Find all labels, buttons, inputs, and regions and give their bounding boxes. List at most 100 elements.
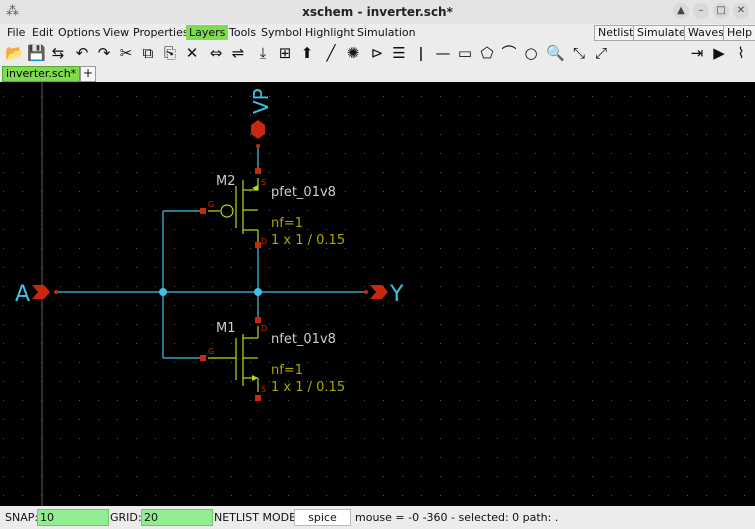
netlist-icon[interactable]: ⇥ (688, 44, 706, 62)
grid-dot (421, 476, 422, 477)
menu-view[interactable]: View (100, 25, 132, 40)
menu-highlight[interactable]: Highlight (302, 25, 358, 40)
redo-icon[interactable]: ↷ (95, 44, 113, 62)
tab-inverter-sch[interactable]: inverter.sch* (2, 66, 81, 82)
symbol-icon[interactable]: ⊳ (368, 44, 386, 62)
reload-icon[interactable]: ⇆ (49, 44, 67, 62)
move-icon[interactable]: ⇔ (207, 44, 225, 62)
grid-input[interactable]: 20 (141, 509, 213, 526)
zoom-in-icon[interactable]: ⤡ (570, 44, 588, 62)
delete-icon[interactable]: ✕ (183, 44, 201, 62)
grid-dot (497, 419, 498, 420)
waves-button[interactable]: Waves (684, 25, 728, 41)
cut-icon[interactable]: ✂ (117, 44, 135, 62)
pin-m1-d[interactable] (255, 317, 261, 323)
rectangle-icon[interactable]: ▭ (456, 44, 474, 62)
menu-options[interactable]: Options (55, 25, 103, 40)
list-icon[interactable]: ☰ (390, 44, 408, 62)
grid-dot (3, 381, 4, 382)
menu-file[interactable]: File (4, 25, 28, 40)
grid-dot (687, 476, 688, 477)
grid-dot (725, 457, 726, 458)
grid-dot (136, 457, 137, 458)
grid-dot (212, 343, 213, 344)
grid-dot (79, 476, 80, 477)
pin-icon[interactable]: ǀ (412, 44, 430, 62)
output-pin-y-shape[interactable] (370, 285, 388, 299)
grid-dot (421, 134, 422, 135)
menu-edit[interactable]: Edit (29, 25, 56, 40)
paste-icon[interactable]: ⎘ (161, 44, 179, 62)
grid-dot (706, 305, 707, 306)
grid-dot (3, 438, 4, 439)
pin-m2-s[interactable] (255, 168, 261, 174)
grid-dot (60, 248, 61, 249)
grid-dot (79, 115, 80, 116)
copy-icon[interactable]: ⧉ (139, 44, 157, 62)
zoom-icon[interactable]: 🔍 (546, 44, 565, 62)
grid-dot (288, 476, 289, 477)
grid-dot (478, 210, 479, 211)
undo-icon[interactable]: ↶ (73, 44, 91, 62)
grid-dot (478, 248, 479, 249)
push-down-icon[interactable]: ⤓ (254, 44, 272, 62)
grid-dot (231, 191, 232, 192)
waves-icon[interactable]: ⌇ (732, 44, 750, 62)
pin-m1-g[interactable] (200, 355, 206, 361)
help-button[interactable]: Help (723, 25, 755, 41)
highlight-icon[interactable]: ✺ (344, 44, 362, 62)
menu-symbol[interactable]: Symbol (258, 25, 305, 40)
menu-layers[interactable]: Layers (186, 25, 229, 40)
line-icon[interactable]: — (434, 44, 452, 62)
grid-dot (212, 115, 213, 116)
supply-pin-vp-shape[interactable] (251, 120, 265, 139)
schematic-canvas[interactable]: A Y VP M2 pfet_01v8 nf=1 1 x 1 / 0.15 M1… (0, 82, 755, 506)
grid-dot (535, 438, 536, 439)
grid-dot (440, 134, 441, 135)
grid-dot (440, 419, 441, 420)
grid-dot (307, 305, 308, 306)
grid-dot (288, 172, 289, 173)
wire-icon[interactable]: ╱ (322, 44, 340, 62)
open-folder-icon[interactable]: 📂 (5, 44, 24, 62)
pin-m1-s[interactable] (255, 395, 261, 401)
grid-dot (497, 438, 498, 439)
window-shade-button[interactable]: ▲ (673, 3, 689, 19)
arc-icon[interactable]: ⌒ (500, 44, 518, 62)
run-icon[interactable]: ▶ (710, 44, 728, 62)
grid-dot (611, 134, 612, 135)
circle-icon[interactable]: ○ (522, 44, 540, 62)
grid-dot (535, 419, 536, 420)
window-minimize-button[interactable]: – (693, 3, 709, 19)
save-icon[interactable]: 💾 (27, 44, 46, 62)
grid-dot (573, 134, 574, 135)
grid-dot (725, 115, 726, 116)
grid-dot (383, 191, 384, 192)
swap-icon[interactable]: ⇌ (229, 44, 247, 62)
grid-dot (250, 400, 251, 401)
polygon-icon[interactable]: ⬠ (478, 44, 496, 62)
simulate-button[interactable]: Simulate (633, 25, 690, 41)
window-controls: ▲ – □ ✕ (673, 3, 749, 19)
menu-simulation[interactable]: Simulation (354, 25, 419, 40)
pop-up-icon[interactable]: ⬆ (298, 44, 316, 62)
window-close-button[interactable]: ✕ (733, 3, 749, 19)
menu-tools[interactable]: Tools (226, 25, 259, 40)
grid-dot (22, 324, 23, 325)
add-tab-button[interactable]: + (80, 66, 96, 82)
netlist-button[interactable]: Netlist (594, 25, 638, 41)
input-pin-a-shape[interactable] (32, 285, 50, 299)
grid-dot (706, 419, 707, 420)
netlist-mode-selector[interactable]: spice (294, 509, 351, 526)
pin-m2-g[interactable] (200, 208, 206, 214)
window-maximize-button[interactable]: □ (713, 3, 729, 19)
grid-dot (269, 476, 270, 477)
zoom-out-icon[interactable]: ⤢ (592, 44, 610, 62)
grid-dot (611, 457, 612, 458)
menu-properties[interactable]: Properties (130, 25, 192, 40)
snap-input[interactable]: 10 (37, 509, 109, 526)
push-symbol-icon[interactable]: ⊞ (276, 44, 294, 62)
status-info: mouse = -0 -360 - selected: 0 path: . (355, 511, 559, 524)
grid-dot (250, 343, 251, 344)
grid-dot (231, 267, 232, 268)
